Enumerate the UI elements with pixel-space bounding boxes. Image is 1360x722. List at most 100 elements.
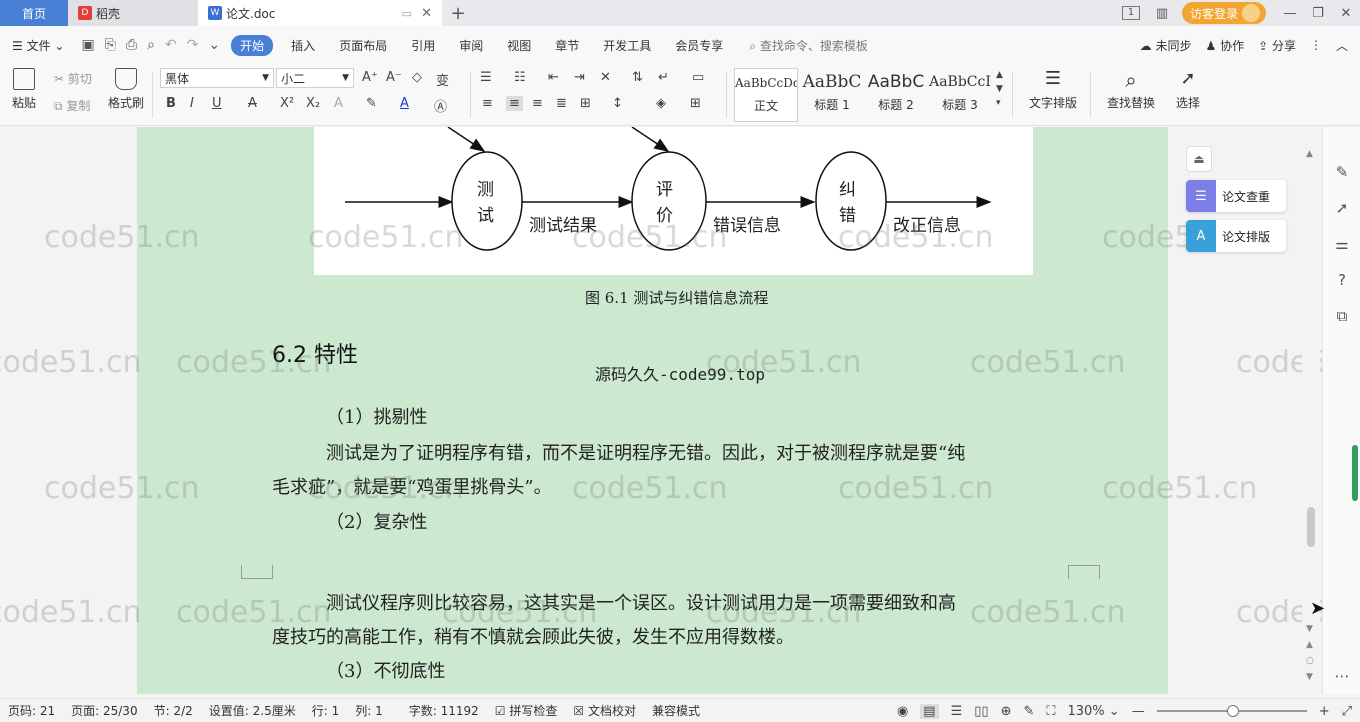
menu-member[interactable]: 会员专享 bbox=[663, 37, 735, 54]
font-color-icon[interactable]: A bbox=[400, 96, 409, 111]
outline-view-icon[interactable]: ☰ bbox=[951, 704, 963, 719]
tab-home[interactable]: 首页 bbox=[0, 0, 68, 26]
format-painter-button[interactable]: 格式刷 bbox=[106, 68, 146, 111]
quick-access-dropdown-icon[interactable]: ⌄ bbox=[203, 37, 225, 53]
line-spacing-icon[interactable]: ↕ bbox=[612, 96, 623, 111]
show-marks-icon[interactable]: ↵ bbox=[658, 70, 669, 85]
web-view-icon[interactable]: ⊕ bbox=[1001, 704, 1012, 719]
fullscreen-icon[interactable]: ⤢ bbox=[1342, 704, 1352, 719]
menu-chapter[interactable]: 章节 bbox=[543, 37, 591, 54]
scroll-thumb[interactable] bbox=[1307, 507, 1315, 547]
subscript-icon[interactable]: X₂ bbox=[306, 96, 320, 111]
share-button[interactable]: ⇪ 分享 bbox=[1258, 37, 1296, 54]
phonetic-icon[interactable]: 变 bbox=[436, 70, 449, 89]
pointer-icon[interactable]: ➚ bbox=[1323, 199, 1360, 217]
increase-indent-icon[interactable]: ⇥ bbox=[574, 70, 585, 85]
sync-status[interactable]: ☁ 未同步 bbox=[1140, 37, 1192, 54]
collapse-ribbon-icon[interactable]: ︿ bbox=[1336, 37, 1348, 54]
spell-check-toggle[interactable]: ☑ 拼写检查 bbox=[487, 702, 566, 719]
underline-icon[interactable]: U bbox=[212, 96, 222, 111]
border-icon[interactable]: ⊞ bbox=[690, 96, 701, 111]
menu-references[interactable]: 引用 bbox=[399, 37, 447, 54]
add-tab-button[interactable]: + bbox=[442, 0, 474, 26]
style-heading-2[interactable]: AaBbC 标题 2 bbox=[864, 68, 928, 122]
more-icon[interactable]: ⋮ bbox=[1310, 38, 1322, 52]
export-icon[interactable]: ⎘ bbox=[100, 37, 121, 53]
reading-view-icon[interactable]: ▯▯ bbox=[974, 704, 988, 719]
page-nav-icons[interactable]: ▼ ▲ ○ ▼ bbox=[1306, 621, 1314, 685]
zoom-level[interactable]: 130% ⌄ bbox=[1067, 704, 1119, 719]
scroll-up-icon[interactable]: ▲ bbox=[1306, 149, 1313, 159]
menu-page-layout[interactable]: 页面布局 bbox=[327, 37, 399, 54]
char-border-icon[interactable]: Ⓐ bbox=[434, 96, 447, 115]
align-left-icon[interactable]: ≡ bbox=[482, 96, 493, 111]
menu-review[interactable]: 审阅 bbox=[447, 37, 495, 54]
redo-icon[interactable]: ↷ bbox=[182, 37, 204, 53]
pen-icon[interactable]: ✎ bbox=[1323, 163, 1360, 181]
shrink-font-icon[interactable]: A⁻ bbox=[386, 70, 402, 85]
zoom-in-icon[interactable]: + bbox=[1319, 704, 1330, 719]
monitor-icon[interactable]: ▭ bbox=[402, 7, 412, 20]
undo-icon[interactable]: ↶ bbox=[160, 37, 182, 53]
paper-layout-button[interactable]: A 论文排版 bbox=[1186, 220, 1286, 252]
write-view-icon[interactable]: ✎ bbox=[1023, 704, 1034, 719]
italic-icon[interactable]: I bbox=[190, 96, 194, 111]
find-replace-button[interactable]: ⌕ 查找替换 bbox=[1102, 68, 1160, 111]
zoom-slider[interactable] bbox=[1156, 705, 1307, 717]
select-button[interactable]: ➚ 选择 bbox=[1170, 68, 1206, 111]
page-indicator[interactable]: 1 bbox=[1121, 6, 1140, 20]
restore-icon[interactable]: ❐ bbox=[1304, 6, 1332, 21]
highlight-icon[interactable]: ✎ bbox=[366, 96, 377, 111]
text-layout-button[interactable]: ☰ 文字排版 bbox=[1024, 68, 1082, 111]
style-heading-1[interactable]: AaBbC 标题 1 bbox=[800, 68, 864, 122]
minimize-icon[interactable]: — bbox=[1276, 6, 1304, 21]
zoom-slider-knob[interactable] bbox=[1226, 705, 1239, 717]
strikethrough-icon[interactable]: A bbox=[248, 96, 257, 111]
menu-view[interactable]: 视图 bbox=[495, 37, 543, 54]
eye-protection-icon[interactable]: ◉ bbox=[897, 704, 908, 719]
copy-button[interactable]: ⧉ 复制 bbox=[54, 97, 90, 114]
paste-button[interactable]: 粘贴 bbox=[8, 68, 40, 111]
menu-developer[interactable]: 开发工具 bbox=[591, 37, 663, 54]
style-normal[interactable]: AaBbCcDd 正文 bbox=[734, 68, 798, 122]
distribute-icon[interactable]: ⊞ bbox=[580, 96, 591, 111]
bullet-list-icon[interactable]: ☰ bbox=[480, 70, 492, 85]
print-icon[interactable]: ⎙ bbox=[121, 37, 142, 53]
justify-icon[interactable]: ≣ bbox=[556, 96, 567, 111]
style-scroll-icon[interactable]: ▲ ▼ ▾ bbox=[996, 68, 1003, 110]
cut-button[interactable]: ✂ 剪切 bbox=[54, 70, 92, 87]
clear-format-icon[interactable]: ◇ bbox=[412, 70, 422, 85]
document-area[interactable]: 测 试 评 价 纠 错 测试结果 错误信息 改正信息 图 6.1 测试与纠错信息… bbox=[0, 127, 1322, 694]
tab-document[interactable]: W 论文.doc ▭ ✕ bbox=[198, 0, 442, 26]
settings-sliders-icon[interactable]: ⚌ bbox=[1323, 235, 1360, 253]
proofread-toggle[interactable]: ☒ 文档校对 bbox=[565, 702, 644, 719]
save-icon[interactable]: ▣ bbox=[76, 37, 99, 53]
status-word-count[interactable]: 字数: 11192 bbox=[401, 702, 487, 719]
zoom-out-icon[interactable]: — bbox=[1132, 704, 1145, 719]
align-right-icon[interactable]: ≡ bbox=[532, 96, 543, 111]
status-col[interactable]: 列: 1 bbox=[347, 702, 391, 719]
status-pages[interactable]: 页面: 25/30 bbox=[63, 702, 145, 719]
fit-page-icon[interactable]: ⛶ bbox=[1046, 704, 1055, 719]
status-row[interactable]: 行: 1 bbox=[304, 702, 348, 719]
tab-docer[interactable]: D 稻壳 bbox=[68, 0, 198, 26]
menu-file[interactable]: ☰ 文件 ⌄ bbox=[0, 37, 76, 54]
menu-insert[interactable]: 插入 bbox=[279, 37, 327, 54]
shading-icon[interactable]: ◈ bbox=[656, 96, 666, 111]
help-icon[interactable]: ? bbox=[1323, 271, 1360, 289]
collapse-panel-icon[interactable]: ⏏ bbox=[1186, 146, 1212, 172]
status-setting[interactable]: 设置值: 2.5厘米 bbox=[201, 702, 304, 719]
sort-icon[interactable]: ⇅ bbox=[632, 70, 643, 85]
style-heading-3[interactable]: AaBbCcI 标题 3 bbox=[928, 68, 992, 122]
status-page-number[interactable]: 页码: 21 bbox=[0, 702, 63, 719]
more-options-icon[interactable]: ⋯ bbox=[1323, 667, 1360, 685]
visitor-login-button[interactable]: 访客登录 bbox=[1181, 2, 1266, 24]
document-page[interactable]: 测 试 评 价 纠 错 测试结果 错误信息 改正信息 图 6.1 测试与纠错信息… bbox=[137, 127, 1168, 694]
numbered-list-icon[interactable]: ☷ bbox=[514, 70, 526, 85]
command-search[interactable]: ⌕ 查找命令、搜索模板 bbox=[735, 37, 868, 54]
grow-font-icon[interactable]: A⁺ bbox=[362, 70, 378, 85]
close-window-icon[interactable]: ✕ bbox=[1332, 6, 1360, 21]
font-size-select[interactable]: 小二 ▼ bbox=[276, 68, 354, 88]
layout-icon[interactable]: ▥ bbox=[1148, 6, 1176, 21]
close-tab-icon[interactable]: ✕ bbox=[421, 6, 432, 21]
